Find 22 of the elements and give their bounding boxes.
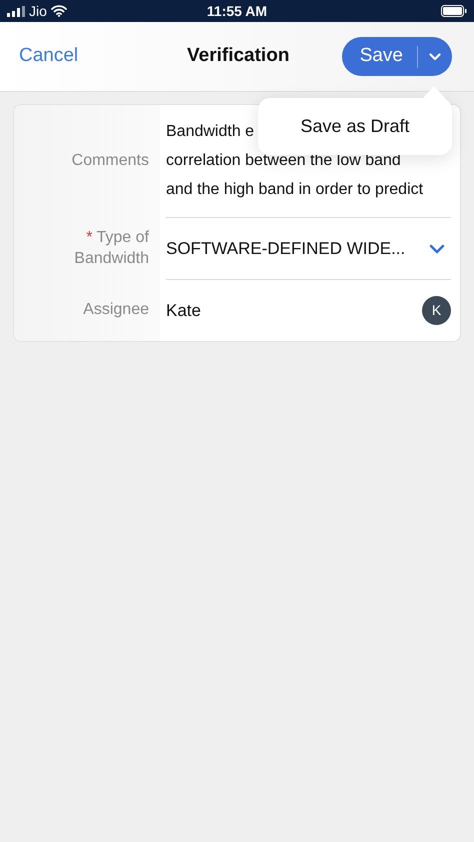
- field-label: Assignee: [83, 300, 149, 320]
- chevron-down-icon: [429, 52, 441, 60]
- field-label: Bandwidth: [74, 249, 149, 269]
- comment-text: Bandwidth e: [166, 122, 254, 142]
- comment-text: and the high band in order to predict: [166, 180, 424, 200]
- chevron-down-icon: [429, 244, 445, 254]
- clock: 11:55 AM: [206, 2, 268, 20]
- signal-icon: [7, 6, 25, 16]
- save-button[interactable]: Save: [342, 37, 417, 76]
- wifi-icon: [50, 5, 67, 17]
- cancel-button[interactable]: Cancel: [19, 42, 78, 71]
- battery-icon: [441, 5, 467, 17]
- field-label: Comments: [72, 151, 149, 171]
- required-asterisk: *: [86, 228, 93, 248]
- comment-text: correlation between the low band: [166, 151, 401, 171]
- field-label: Type of: [96, 228, 149, 248]
- assignee-name: Kate: [166, 300, 201, 322]
- avatar: K: [422, 296, 451, 325]
- carrier-name: Jio: [29, 2, 47, 20]
- menu-item[interactable]: Save as Draft: [300, 113, 410, 140]
- bandwidth-select[interactable]: SOFTWARE-DEFINED WIDE...: [166, 217, 451, 279]
- page-title: Verification: [187, 44, 290, 68]
